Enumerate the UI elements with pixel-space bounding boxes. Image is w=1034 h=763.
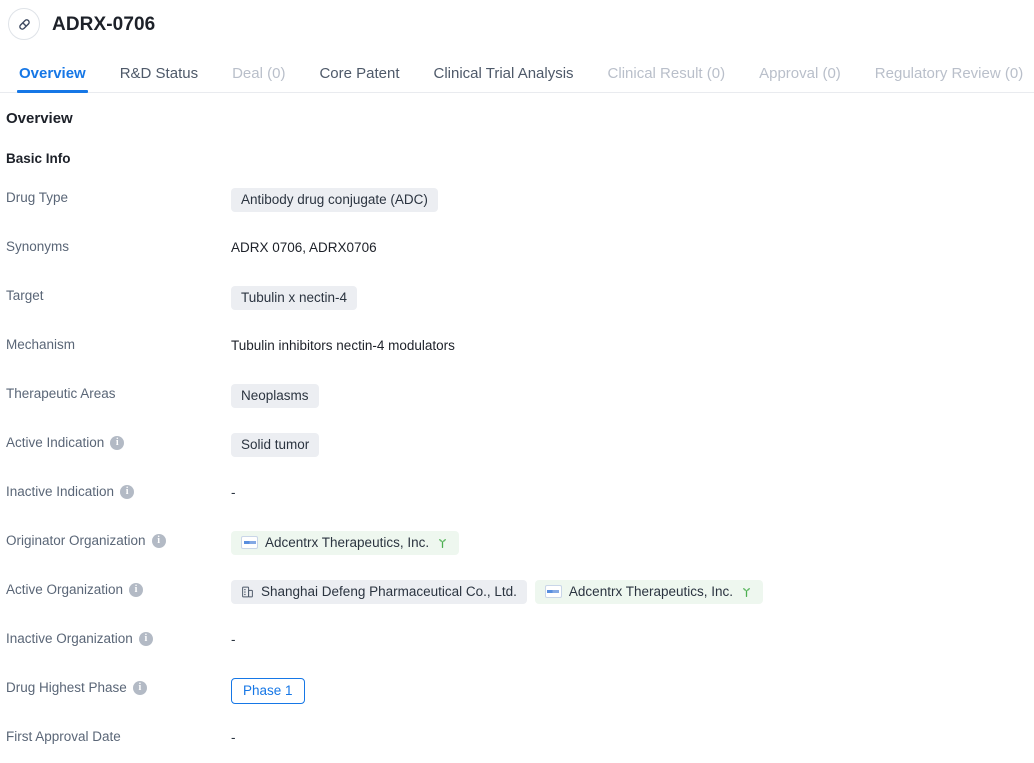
tab-core-patent[interactable]: Core Patent xyxy=(319,66,399,92)
organization-name: Adcentrx Therapeutics, Inc. xyxy=(568,583,734,599)
row-label-text: Active Organization xyxy=(6,581,124,597)
row-label: Drug Type xyxy=(6,188,231,205)
row-value: Neoplasms xyxy=(231,383,1034,408)
info-row-mechanism: Mechanism Tubulin inhibitors nectin-4 mo… xyxy=(6,335,1034,384)
row-value: Phase 1 xyxy=(231,677,1034,704)
row-label-text: Inactive Indication xyxy=(6,483,115,499)
row-label-text: Active Indication xyxy=(6,434,105,450)
row-value: Tubulin inhibitors nectin-4 modulators xyxy=(231,335,1034,357)
row-label: Active Organization i xyxy=(6,580,231,597)
info-icon[interactable]: i xyxy=(138,631,153,646)
active-indication-tag[interactable]: Solid tumor xyxy=(231,432,320,457)
tab-clinical-result[interactable]: Clinical Result (0) xyxy=(608,66,726,92)
row-label-text: Synonyms xyxy=(6,238,70,254)
tab-rd-status[interactable]: R&D Status xyxy=(120,66,198,92)
pill-capsule-icon xyxy=(8,8,40,40)
row-label: Originator Organization i xyxy=(6,531,231,548)
inactive-indication-value: - xyxy=(231,484,236,500)
mechanism-value: Tubulin inhibitors nectin-4 modulators xyxy=(231,337,455,353)
row-label: Drug Highest Phase i xyxy=(6,678,231,695)
row-label-text: Target xyxy=(6,287,44,303)
section-title-overview: Overview xyxy=(6,110,73,127)
info-row-active-indication: Active Indication i Solid tumor xyxy=(6,432,1034,482)
company-logo-icon xyxy=(544,585,562,598)
page-title: ADRX-0706 xyxy=(52,13,156,35)
row-value: - xyxy=(231,727,1034,749)
row-value: Shanghai Defeng Pharmaceutical Co., Ltd.… xyxy=(231,579,1034,604)
therapeutic-area-tag[interactable]: Neoplasms xyxy=(231,383,319,408)
row-label-text: Drug Type xyxy=(6,189,69,205)
overview-panel: Overview Basic Info Drug Type Antibody d… xyxy=(0,93,1034,763)
info-row-originator-organization: Originator Organization i Adcentrx Thera… xyxy=(6,530,1034,580)
status-badge-phase[interactable]: Phase 1 xyxy=(231,677,305,704)
info-row-drug-type: Drug Type Antibody drug conjugate (ADC) xyxy=(6,187,1034,237)
tab-clinical-trial-analysis[interactable]: Clinical Trial Analysis xyxy=(434,66,574,92)
synonyms-value: ADRX 0706, ADRX0706 xyxy=(231,239,377,255)
target-tag[interactable]: Tubulin x nectin-4 xyxy=(231,285,358,310)
subsection-title-basic-info: Basic Info xyxy=(6,151,71,166)
company-logo-icon xyxy=(241,536,258,549)
organization-name: Shanghai Defeng Pharmaceutical Co., Ltd. xyxy=(261,583,517,599)
sprout-icon xyxy=(740,585,753,598)
tab-approval[interactable]: Approval (0) xyxy=(759,66,841,92)
row-value: Solid tumor xyxy=(231,432,1034,457)
info-row-inactive-indication: Inactive Indication i - xyxy=(6,482,1034,531)
info-icon[interactable]: i xyxy=(151,533,166,548)
page-header: ADRX-0706 xyxy=(0,0,1034,48)
active-organization-tag[interactable]: Adcentrx Therapeutics, Inc. xyxy=(534,579,764,604)
info-icon[interactable]: i xyxy=(129,582,144,597)
row-value: Tubulin x nectin-4 xyxy=(231,285,1034,310)
info-icon[interactable]: i xyxy=(110,435,125,450)
row-value: Adcentrx Therapeutics, Inc. xyxy=(231,530,1034,555)
tab-bar: Overview R&D Status Deal (0) Core Patent… xyxy=(0,48,1034,93)
row-label: Synonyms xyxy=(6,237,231,254)
row-label: Inactive Indication i xyxy=(6,482,231,499)
info-row-synonyms: Synonyms ADRX 0706, ADRX0706 xyxy=(6,237,1034,286)
tab-regulatory-review[interactable]: Regulatory Review (0) xyxy=(875,66,1023,92)
building-icon xyxy=(241,585,254,599)
info-row-drug-highest-phase: Drug Highest Phase i Phase 1 xyxy=(6,677,1034,727)
organization-name: Adcentrx Therapeutics, Inc. xyxy=(265,534,430,550)
row-label-text: Mechanism xyxy=(6,336,76,352)
row-label: Inactive Organization i xyxy=(6,629,231,646)
inactive-organization-value: - xyxy=(231,631,236,647)
row-value: - xyxy=(231,482,1034,504)
row-label: Therapeutic Areas xyxy=(6,384,231,401)
drug-type-tag[interactable]: Antibody drug conjugate (ADC) xyxy=(231,187,438,212)
row-label-text: Originator Organization xyxy=(6,532,146,548)
row-label-text: Inactive Organization xyxy=(6,630,133,646)
info-icon[interactable]: i xyxy=(132,680,147,695)
row-label-text: First Approval Date xyxy=(6,728,121,744)
row-value: ADRX 0706, ADRX0706 xyxy=(231,237,1034,259)
info-row-active-organization: Active Organization i Shanghai Defeng Ph… xyxy=(6,579,1034,629)
info-row-inactive-organization: Inactive Organization i - xyxy=(6,629,1034,678)
row-label: First Approval Date xyxy=(6,727,231,744)
row-label-text: Therapeutic Areas xyxy=(6,385,116,401)
originator-organization-tag[interactable]: Adcentrx Therapeutics, Inc. xyxy=(231,530,460,555)
row-value: - xyxy=(231,629,1034,651)
first-approval-date-value: - xyxy=(231,729,236,745)
info-row-first-approval-date: First Approval Date - xyxy=(6,727,1034,763)
info-row-therapeutic-areas: Therapeutic Areas Neoplasms xyxy=(6,383,1034,433)
row-label: Target xyxy=(6,286,231,303)
info-icon[interactable]: i xyxy=(120,484,135,499)
row-label-text: Drug Highest Phase xyxy=(6,679,127,695)
info-row-target: Target Tubulin x nectin-4 xyxy=(6,285,1034,335)
row-label: Mechanism xyxy=(6,335,231,352)
sprout-icon xyxy=(436,536,449,549)
active-organization-tag[interactable]: Shanghai Defeng Pharmaceutical Co., Ltd. xyxy=(231,579,527,604)
row-value: Antibody drug conjugate (ADC) xyxy=(231,187,1034,212)
row-label: Active Indication i xyxy=(6,433,231,450)
tab-deal[interactable]: Deal (0) xyxy=(232,66,285,92)
tab-overview[interactable]: Overview xyxy=(17,66,88,93)
